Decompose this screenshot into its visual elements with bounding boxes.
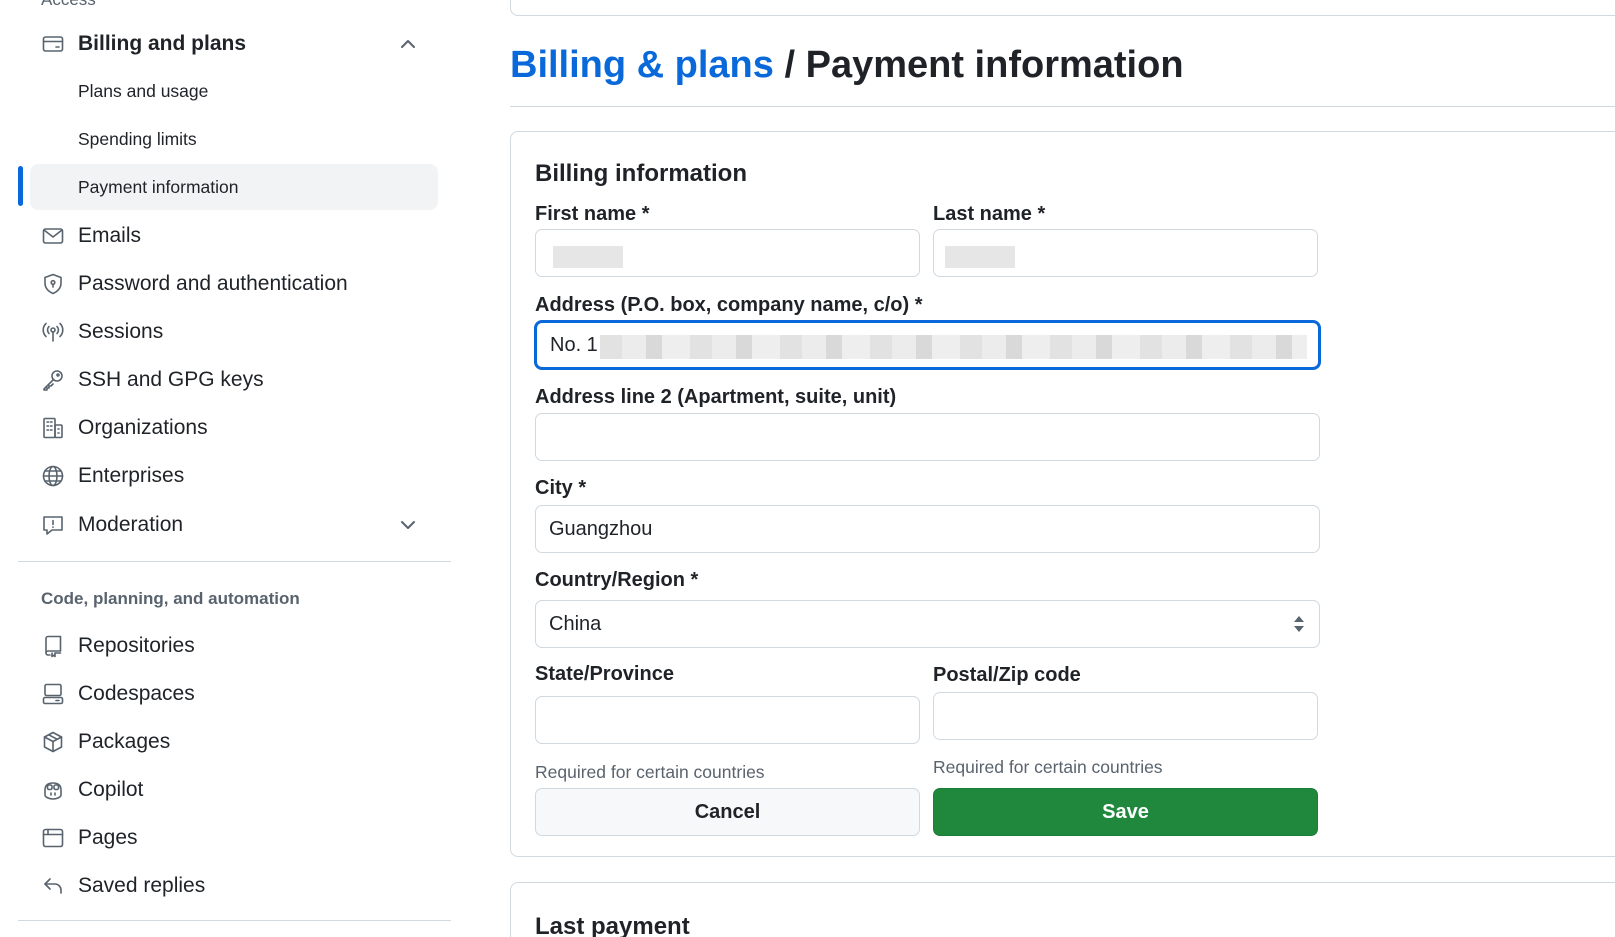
sidebar-subitem-label: Plans and usage bbox=[78, 80, 209, 101]
first-name-label: First name * bbox=[535, 203, 650, 225]
postal-zip-code-field[interactable] bbox=[933, 692, 1318, 740]
sidebar-item-billing-and-plans[interactable]: Billing and plans bbox=[30, 21, 438, 67]
shield-lock-icon bbox=[40, 271, 66, 297]
report-icon bbox=[40, 512, 66, 538]
redacted-text bbox=[553, 246, 623, 268]
mail-icon bbox=[40, 223, 66, 249]
sidebar-item-label: SSH and GPG keys bbox=[78, 368, 264, 391]
sidebar-divider bbox=[18, 561, 451, 562]
chevron-down-icon[interactable] bbox=[398, 515, 418, 535]
page-title-text: Payment information bbox=[805, 44, 1184, 86]
package-icon bbox=[40, 729, 66, 755]
title-divider bbox=[510, 106, 1615, 107]
city-value: Guangzhou bbox=[549, 517, 653, 540]
sidebar-item-label: Moderation bbox=[78, 513, 184, 536]
active-indicator bbox=[18, 166, 23, 206]
sidebar-item-ssh-and-gpg-keys[interactable]: SSH and GPG keys bbox=[30, 357, 438, 403]
address-line-2-label: Address line 2 (Apartment, suite, unit) bbox=[535, 386, 897, 408]
repo-icon bbox=[40, 633, 66, 659]
redacted-text bbox=[945, 246, 1015, 268]
sidebar-item-codespaces[interactable]: Codespaces bbox=[30, 671, 438, 717]
sidebar-item-packages[interactable]: Packages bbox=[30, 719, 438, 765]
country-region-label: Country/Region * bbox=[535, 569, 699, 591]
city-field[interactable]: Guangzhou bbox=[535, 505, 1320, 553]
codespaces-icon bbox=[40, 681, 66, 707]
address-label: Address (P.O. box, company name, c/o) * bbox=[535, 294, 923, 316]
sidebar-item-moderation[interactable]: Moderation bbox=[30, 502, 438, 548]
sidebar-item-label: Copilot bbox=[78, 778, 144, 801]
breadcrumb-billing-and-plans[interactable]: Billing & plans bbox=[510, 44, 774, 86]
sidebar-item-organizations[interactable]: Organizations bbox=[30, 405, 438, 451]
sidebar-item-pages[interactable]: Pages bbox=[30, 815, 438, 861]
breadcrumb-separator: / bbox=[784, 44, 796, 86]
state-province-hint: Required for certain countries bbox=[535, 762, 765, 782]
sidebar-item-label: Sessions bbox=[78, 320, 164, 343]
first-name-field[interactable] bbox=[535, 229, 920, 277]
sidebar-item-label: Codespaces bbox=[78, 682, 195, 705]
page-title: Billing & plans / Payment information bbox=[510, 44, 1184, 87]
copilot-icon bbox=[40, 777, 66, 803]
sidebar-partial-heading: Access bbox=[41, 0, 96, 10]
country-region-select[interactable]: China bbox=[535, 600, 1320, 648]
postal-zip-code-label: Postal/Zip code bbox=[933, 664, 1081, 686]
address-value: No. 1 bbox=[550, 333, 598, 356]
redacted-text bbox=[600, 335, 1307, 359]
chevron-up-icon[interactable] bbox=[398, 34, 418, 54]
sidebar-item-sessions[interactable]: Sessions bbox=[30, 309, 438, 355]
sidebar-group-heading: Code, planning, and automation bbox=[41, 589, 300, 608]
sidebar-item-label: Emails bbox=[78, 224, 142, 247]
sidebar-item-label: Enterprises bbox=[78, 464, 185, 487]
reply-icon bbox=[40, 873, 66, 899]
sidebar-subitem-spending-limits[interactable]: Spending limits bbox=[30, 116, 438, 162]
sidebar-divider bbox=[18, 920, 451, 921]
sidebar-subitem-label: Spending limits bbox=[78, 128, 197, 149]
previous-section-box bbox=[510, 0, 1615, 16]
country-region-value: China bbox=[549, 612, 602, 635]
last-name-field[interactable] bbox=[933, 229, 1318, 277]
globe-icon bbox=[40, 463, 66, 489]
settings-sidebar: Access Billing and plans Plans and usage… bbox=[0, 0, 455, 937]
key-icon bbox=[40, 367, 66, 393]
sidebar-subitem-plans-and-usage[interactable]: Plans and usage bbox=[30, 68, 438, 114]
organization-icon bbox=[40, 415, 66, 441]
sidebar-item-enterprises[interactable]: Enterprises bbox=[30, 453, 438, 499]
sidebar-subitem-payment-information[interactable]: Payment information bbox=[30, 164, 438, 210]
sidebar-item-label: Saved replies bbox=[78, 874, 206, 897]
sidebar-item-label: Repositories bbox=[78, 634, 195, 657]
sidebar-item-emails[interactable]: Emails bbox=[30, 213, 438, 259]
select-arrows-icon bbox=[1293, 615, 1305, 633]
sidebar-item-copilot[interactable]: Copilot bbox=[30, 767, 438, 813]
state-province-field[interactable] bbox=[535, 696, 920, 744]
state-province-label: State/Province bbox=[535, 663, 674, 685]
last-name-label: Last name * bbox=[933, 203, 1046, 225]
billing-information-heading: Billing information bbox=[535, 160, 747, 187]
sidebar-item-label: Pages bbox=[78, 826, 138, 849]
billing-information-card: Billing information First name * Last na… bbox=[510, 131, 1615, 857]
postal-zip-code-hint: Required for certain countries bbox=[933, 757, 1163, 777]
sidebar-item-saved-replies[interactable]: Saved replies bbox=[30, 863, 438, 909]
cancel-button[interactable]: Cancel bbox=[535, 788, 920, 836]
last-payment-heading: Last payment bbox=[535, 913, 690, 937]
sidebar-subitem-label: Payment information bbox=[78, 176, 239, 197]
sidebar-item-password-and-authentication[interactable]: Password and authentication bbox=[30, 261, 438, 307]
sidebar-item-repositories[interactable]: Repositories bbox=[30, 623, 438, 669]
last-payment-card: Last payment bbox=[510, 882, 1615, 937]
broadcast-icon bbox=[40, 319, 66, 345]
sidebar-item-label: Packages bbox=[78, 730, 171, 753]
sidebar-item-label: Billing and plans bbox=[78, 32, 247, 55]
address-field[interactable]: No. 1 bbox=[535, 321, 1320, 369]
address-line-2-field[interactable] bbox=[535, 413, 1320, 461]
city-label: City * bbox=[535, 477, 587, 499]
browser-icon bbox=[40, 825, 66, 851]
save-button[interactable]: Save bbox=[933, 788, 1318, 836]
sidebar-item-label: Organizations bbox=[78, 416, 208, 439]
credit-card-icon bbox=[40, 31, 66, 57]
sidebar-item-label: Password and authentication bbox=[78, 272, 348, 295]
